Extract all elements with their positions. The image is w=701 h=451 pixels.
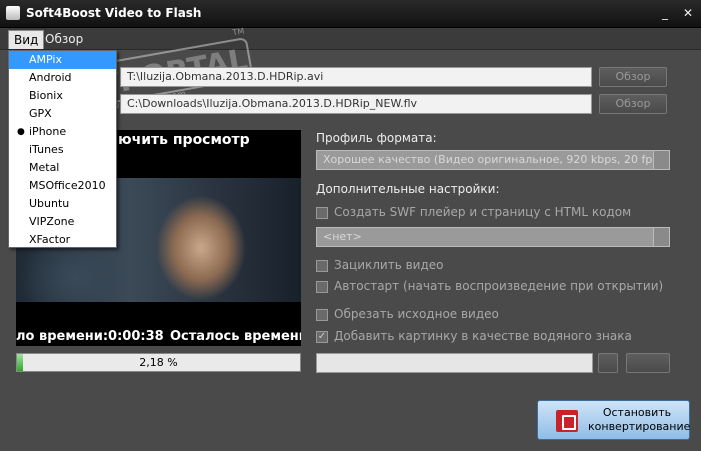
stop-label-line2: конвертирование [588, 420, 691, 433]
skin-item-label: iPhone [29, 125, 67, 138]
autostart-label: Автостарт (начать воспроизведение при от… [334, 279, 664, 293]
trim-label: Обрезать исходное видео [334, 307, 499, 321]
create-swf-checkbox[interactable] [316, 207, 328, 219]
skin-item-metal[interactable]: Metal [9, 159, 116, 177]
window-title: Soft4Boost Video to Flash [26, 6, 202, 20]
skin-item-ubuntu[interactable]: Ubuntu [9, 195, 116, 213]
extra-settings-label: Дополнительные настройки: [316, 182, 500, 196]
skin-item-vipzone[interactable]: VIPZone [9, 213, 116, 231]
menu-browse[interactable]: Обзор [40, 30, 88, 49]
profile-label: Профиль формата: [316, 131, 437, 145]
selected-bullet-icon: ● [17, 127, 25, 137]
watermark-label: Добавить картинку в качестве водяного зн… [334, 329, 632, 343]
menu-bar: Вид Обзор [0, 28, 701, 50]
browse-output-button[interactable]: Обзор [599, 94, 667, 114]
view-menu-dropdown: AMPix Android Bionix GPX ● iPhone iTunes … [8, 50, 117, 248]
profile-select[interactable]: Хорошее качество (Видео оригинальное, 92… [316, 150, 670, 170]
skin-item-msoffice2010[interactable]: MSOffice2010 [9, 177, 116, 195]
stop-label-line1: Остановить [602, 406, 672, 419]
skin-item-iphone[interactable]: ● iPhone [9, 123, 116, 141]
remaining-time: Осталось времени:0 [170, 329, 301, 344]
menu-view[interactable]: Вид [8, 30, 45, 49]
stop-conversion-button[interactable]: Остановить конвертирование [537, 400, 690, 440]
app-icon [6, 6, 20, 20]
create-swf-label: Создать SWF плейер и страницу с HTML код… [334, 205, 632, 219]
autostart-checkbox[interactable] [316, 281, 328, 293]
watermark-browse-button[interactable] [598, 353, 618, 373]
skin-item-ampix[interactable]: AMPix [9, 51, 116, 69]
skin-item-bionix[interactable]: Bionix [9, 87, 116, 105]
profile-value: Хорошее качество (Видео оригинальное, 92… [323, 153, 670, 166]
skin-item-gpx[interactable]: GPX [9, 105, 116, 123]
title-bar: Soft4Boost Video to Flash _ ✕ [0, 0, 701, 28]
loop-checkbox[interactable] [316, 260, 328, 272]
trim-checkbox[interactable] [316, 309, 328, 321]
watermark-image-field[interactable] [316, 353, 593, 373]
close-button[interactable]: ✕ [679, 5, 697, 21]
minimize-button[interactable]: _ [656, 5, 674, 21]
progress-label: 2,18 % [139, 356, 178, 369]
browse-input-button[interactable]: Обзор [599, 67, 667, 87]
chevron-down-icon [653, 151, 669, 169]
stop-icon [556, 410, 578, 432]
output-file-field[interactable]: C:\Downloads\Iluzija.Obmana.2013.D.HDRip… [120, 94, 592, 114]
watermark-position-button[interactable] [626, 353, 670, 373]
conversion-progress: 2,18 % [16, 353, 301, 372]
skin-item-xfactor[interactable]: XFactor [9, 231, 116, 249]
input-file-field[interactable]: T:\Iluzija.Obmana.2013.D.HDRip.avi [120, 67, 592, 87]
chevron-down-icon [653, 228, 669, 246]
elapsed-time: ло времени:0:00:38 [16, 329, 164, 344]
player-select[interactable]: <нет> [316, 227, 670, 247]
skin-item-android[interactable]: Android [9, 69, 116, 87]
loop-label: Зациклить видео [334, 258, 444, 272]
preview-toggle-text[interactable]: ючить просмотр [118, 132, 250, 148]
player-value: <нет> [323, 230, 362, 243]
stop-button-label: Остановить конвертирование [588, 406, 690, 434]
watermark-checkbox[interactable]: ✓ [316, 331, 328, 343]
skin-item-itunes[interactable]: iTunes [9, 141, 116, 159]
